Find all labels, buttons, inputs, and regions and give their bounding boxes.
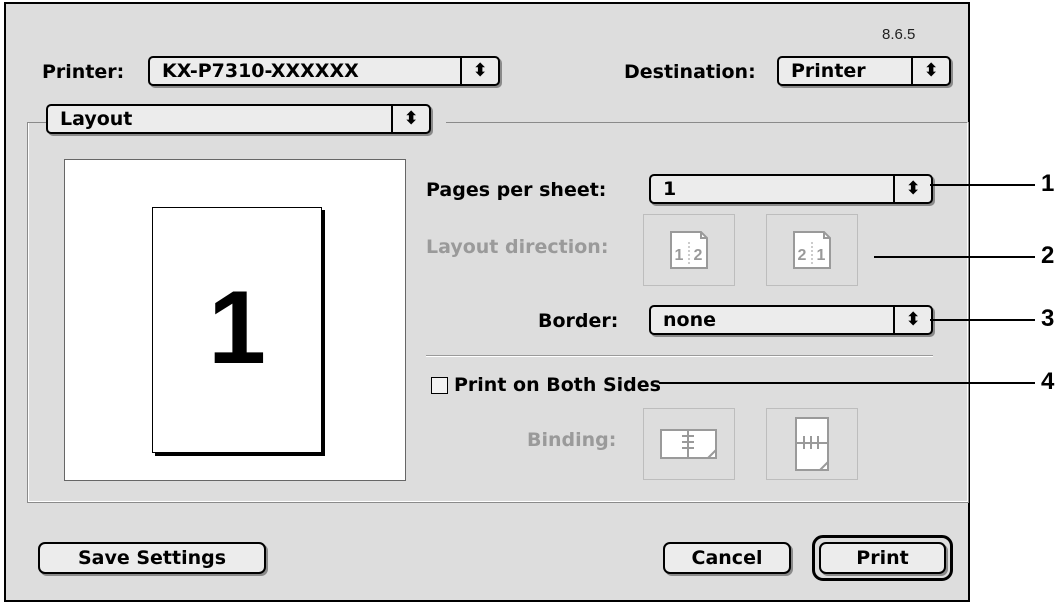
border-value: none: [663, 309, 716, 331]
long-edge-binding-icon: [660, 429, 717, 459]
printer-value: KX-P7310-XXXXXX: [162, 60, 359, 82]
destination-popup[interactable]: Printer ⬍: [777, 56, 951, 86]
preview-page: 1: [152, 207, 322, 453]
binding-short-edge-button[interactable]: [766, 408, 858, 480]
printer-label: Printer:: [42, 61, 125, 83]
up-down-arrows-icon: ⬍: [391, 106, 429, 132]
layout-direction-right-to-left-button[interactable]: 2 1: [766, 214, 858, 286]
printer-popup[interactable]: KX-P7310-XXXXXX ⬍: [148, 56, 500, 86]
border-popup[interactable]: none ⬍: [649, 305, 933, 335]
callout-line-4: [659, 382, 1035, 384]
up-down-arrows-icon: ⬍: [460, 58, 498, 84]
version-label: 8.6.5: [882, 26, 916, 43]
direction-digit: 1: [817, 247, 826, 264]
callout-number-1: 1: [1041, 170, 1055, 197]
print-button[interactable]: Print: [819, 542, 946, 574]
callout-line-1: [930, 184, 1035, 186]
short-edge-binding-icon: [795, 417, 829, 471]
callout-number-4: 4: [1041, 368, 1055, 395]
pages-1-2-icon: 1 2: [670, 231, 708, 269]
binding-label: Binding:: [527, 429, 617, 451]
pages-per-sheet-popup[interactable]: 1 ⬍: [649, 174, 933, 204]
pages-per-sheet-label: Pages per sheet:: [426, 179, 607, 201]
cancel-button[interactable]: Cancel: [663, 542, 791, 574]
panel-popup[interactable]: Layout ⬍: [46, 104, 431, 134]
callout-line-2: [874, 256, 1035, 258]
up-down-arrows-icon: ⬍: [893, 307, 931, 333]
up-down-arrows-icon: ⬍: [911, 58, 949, 84]
border-label: Border:: [538, 310, 619, 332]
panel-value: Layout: [60, 108, 133, 130]
pages-per-sheet-value: 1: [663, 178, 677, 200]
up-down-arrows-icon: ⬍: [893, 176, 931, 202]
destination-value: Printer: [791, 60, 866, 82]
direction-digit: 2: [798, 247, 807, 264]
direction-digit: 2: [694, 247, 703, 264]
pages-2-1-icon: 2 1: [793, 231, 831, 269]
layout-direction-left-to-right-button[interactable]: 1 2: [643, 214, 735, 286]
binding-long-edge-button[interactable]: [643, 408, 735, 480]
print-both-sides-label: Print on Both Sides: [454, 374, 661, 396]
callout-number-3: 3: [1041, 305, 1055, 332]
print-dialog: 8.6.5 Printer: KX-P7310-XXXXXX ⬍ Destina…: [4, 2, 970, 602]
layout-direction-label: Layout direction:: [426, 236, 609, 258]
separator: [426, 355, 933, 356]
save-settings-button[interactable]: Save Settings: [38, 542, 266, 574]
direction-digit: 1: [675, 247, 684, 264]
preview-page-number: 1: [208, 270, 266, 386]
print-both-sides-checkbox[interactable]: [431, 377, 448, 394]
destination-label: Destination:: [624, 61, 756, 83]
callout-line-3: [930, 319, 1035, 321]
callout-number-2: 2: [1041, 242, 1055, 269]
